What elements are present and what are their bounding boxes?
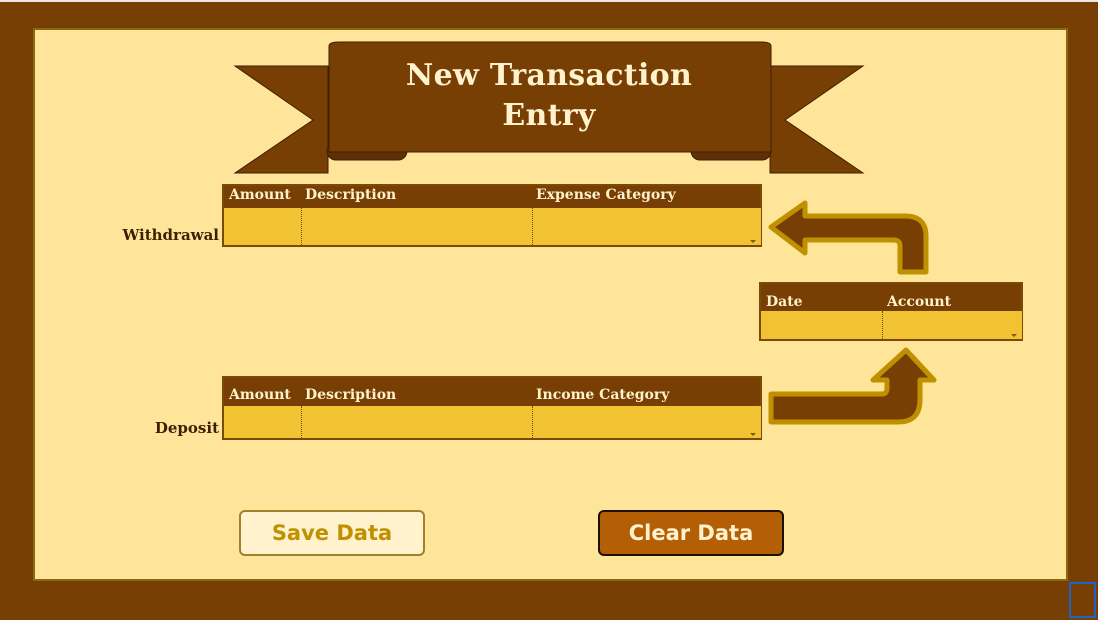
arrow-up-left-icon [768,200,929,275]
deposit-description-input[interactable] [301,406,532,438]
deposit-header-row: Amount Description Income Category [224,378,760,406]
chevron-down-icon[interactable] [750,433,756,436]
deposit-category-select[interactable] [532,406,761,438]
page-title: New Transaction Entry [327,56,771,136]
withdrawal-label: Withdrawal [122,226,219,244]
withdrawal-header-row: Amount Description Expense Category [224,186,760,208]
date-input[interactable] [761,311,882,339]
deposit-table: Amount Description Income Category [222,376,762,440]
deposit-header-category: Income Category [536,387,670,403]
deposit-header-description: Description [305,387,397,403]
clear-data-button[interactable]: Clear Data [598,510,784,556]
deposit-header-amount: Amount [229,387,291,403]
save-data-button[interactable]: Save Data [239,510,425,556]
sheet-gridline [0,0,1098,2]
banner-right-tail [769,65,865,174]
date-account-header-row: Date Account [761,284,1021,311]
withdrawal-table: Amount Description Expense Category [222,184,762,247]
withdrawal-header-description: Description [305,187,397,203]
page-title-line1: New Transaction [405,58,693,93]
cell-selection-box [1069,582,1096,618]
deposit-amount-input[interactable] [224,406,301,438]
withdrawal-category-select[interactable] [532,208,761,245]
header-account: Account [887,294,952,310]
deposit-label: Deposit [154,419,219,437]
account-select[interactable] [882,311,1022,339]
header-date: Date [766,294,803,310]
withdrawal-amount-input[interactable] [224,208,301,245]
chevron-down-icon[interactable] [1011,334,1017,337]
date-account-table: Date Account [759,282,1023,341]
withdrawal-header-category: Expense Category [536,187,676,203]
page-title-line2: Entry [502,98,596,133]
withdrawal-description-input[interactable] [301,208,532,245]
arrow-right-up-icon [768,347,937,425]
chevron-down-icon[interactable] [750,240,756,243]
banner-left-tail [233,65,329,174]
withdrawal-header-amount: Amount [229,187,291,203]
